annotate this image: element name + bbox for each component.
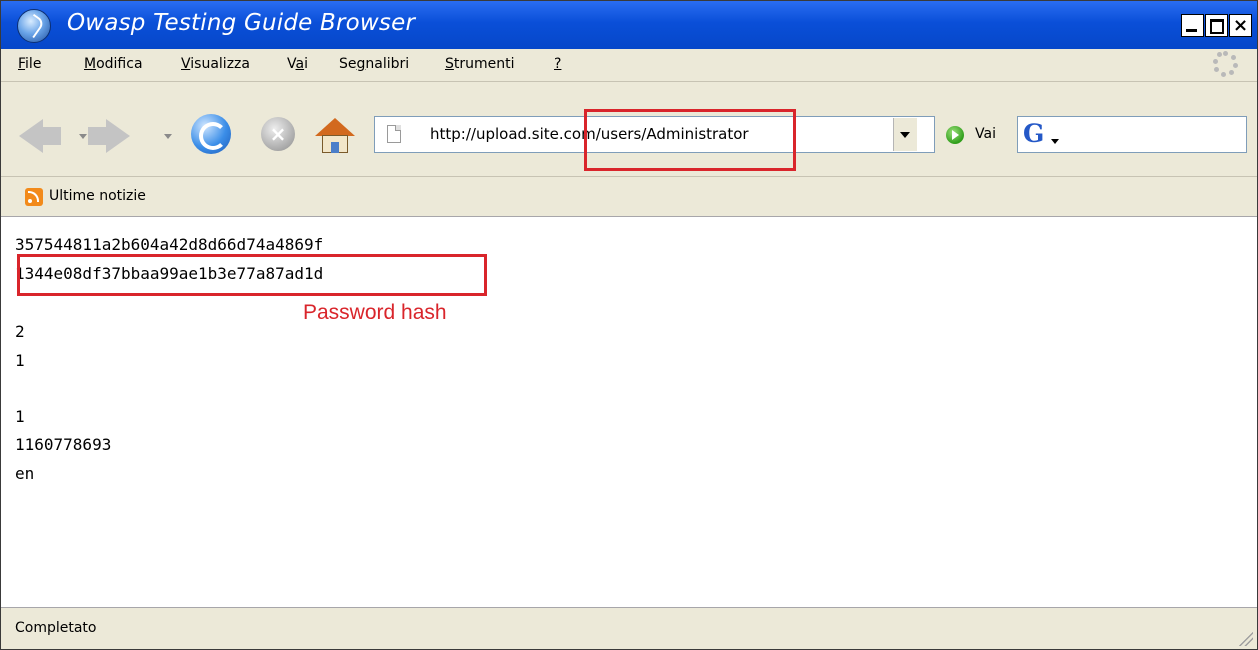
back-dropdown-icon[interactable] (79, 134, 87, 139)
content-line: 1160778693 (15, 435, 112, 454)
content-line: en (15, 464, 35, 483)
close-icon: × (1232, 15, 1249, 36)
content-line: 1 (15, 407, 25, 426)
go-button-label[interactable]: Vai (975, 126, 996, 142)
page-icon (387, 125, 401, 143)
content-line: 2 (15, 322, 25, 341)
reload-icon[interactable] (191, 114, 231, 154)
throbber-icon (1213, 51, 1239, 77)
forward-dropdown-icon[interactable] (164, 134, 172, 139)
menu-modifica[interactable]: Modifica (84, 56, 143, 72)
title-bar[interactable]: Owasp Testing Guide Browser × (1, 1, 1257, 49)
go-icon[interactable] (946, 126, 964, 144)
menu-help[interactable]: ? (554, 56, 561, 72)
bookmark-ultime-notizie[interactable]: Ultime notizie (49, 188, 146, 204)
stop-icon[interactable]: × (261, 117, 295, 151)
close-button[interactable]: × (1229, 14, 1252, 37)
hash-highlight-box (17, 254, 487, 296)
status-bar: Completato (1, 607, 1257, 649)
menu-vai[interactable]: Vai (287, 56, 308, 72)
menu-strumenti[interactable]: Strumenti (445, 56, 515, 72)
password-hash-annotation: Password hash (303, 301, 447, 324)
resize-grip-icon[interactable] (1237, 630, 1253, 646)
app-logo-icon (17, 9, 51, 43)
menu-bar: File Modifica Visualizza Vai Segnalibri … (1, 49, 1257, 82)
search-engine-dropdown-icon[interactable] (1051, 139, 1059, 144)
content-line: 1 (15, 351, 25, 370)
back-icon[interactable] (19, 119, 61, 153)
menu-file[interactable]: File (18, 56, 41, 72)
bookmarks-toolbar: Ultime notizie (1, 177, 1257, 217)
content-line: 357544811a2b604a42d8d66d74a4869f (15, 235, 324, 254)
home-icon[interactable] (315, 118, 355, 154)
minimize-button[interactable] (1181, 14, 1204, 37)
maximize-button[interactable] (1205, 14, 1228, 37)
rss-feed-icon (25, 188, 43, 206)
search-box[interactable]: G (1017, 116, 1247, 153)
google-search-icon[interactable]: G (1023, 121, 1044, 147)
url-highlight-box (584, 109, 796, 171)
menu-visualizza[interactable]: Visualizza (181, 56, 250, 72)
forward-icon[interactable] (88, 119, 130, 153)
url-history-dropdown-icon[interactable] (893, 118, 917, 151)
window-title: Owasp Testing Guide Browser (67, 10, 416, 36)
browser-window: Owasp Testing Guide Browser × File Modif… (0, 0, 1258, 650)
menu-segnalibri[interactable]: Segnalibri (339, 56, 409, 72)
status-text: Completato (15, 620, 97, 636)
